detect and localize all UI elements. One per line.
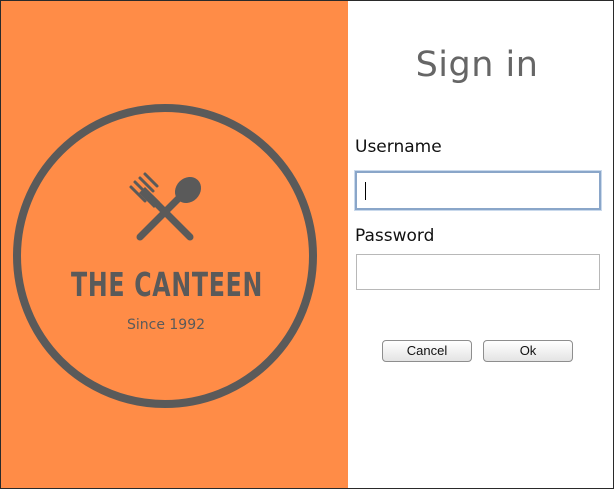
sign-in-window: THE CANTEEN Since 1992 Sign in Username … bbox=[0, 0, 614, 489]
logo-ring bbox=[13, 104, 317, 408]
ok-button[interactable]: Ok bbox=[483, 340, 573, 362]
username-label: Username bbox=[355, 137, 442, 157]
fork-and-spoon-icon bbox=[129, 172, 202, 241]
brand-panel: THE CANTEEN Since 1992 bbox=[1, 1, 348, 488]
password-label: Password bbox=[355, 226, 435, 246]
brand-tagline: Since 1992 bbox=[127, 317, 205, 333]
cancel-button[interactable]: Cancel bbox=[382, 340, 472, 362]
canteen-logo: THE CANTEEN Since 1992 bbox=[13, 104, 317, 408]
password-field[interactable] bbox=[356, 254, 600, 290]
sign-in-form: Sign in Username Password Cancel Ok bbox=[348, 1, 613, 488]
page-title: Sign in bbox=[415, 45, 539, 85]
text-caret bbox=[365, 182, 366, 200]
username-field[interactable] bbox=[355, 171, 601, 210]
brand-name: THE CANTEEN bbox=[71, 265, 263, 304]
